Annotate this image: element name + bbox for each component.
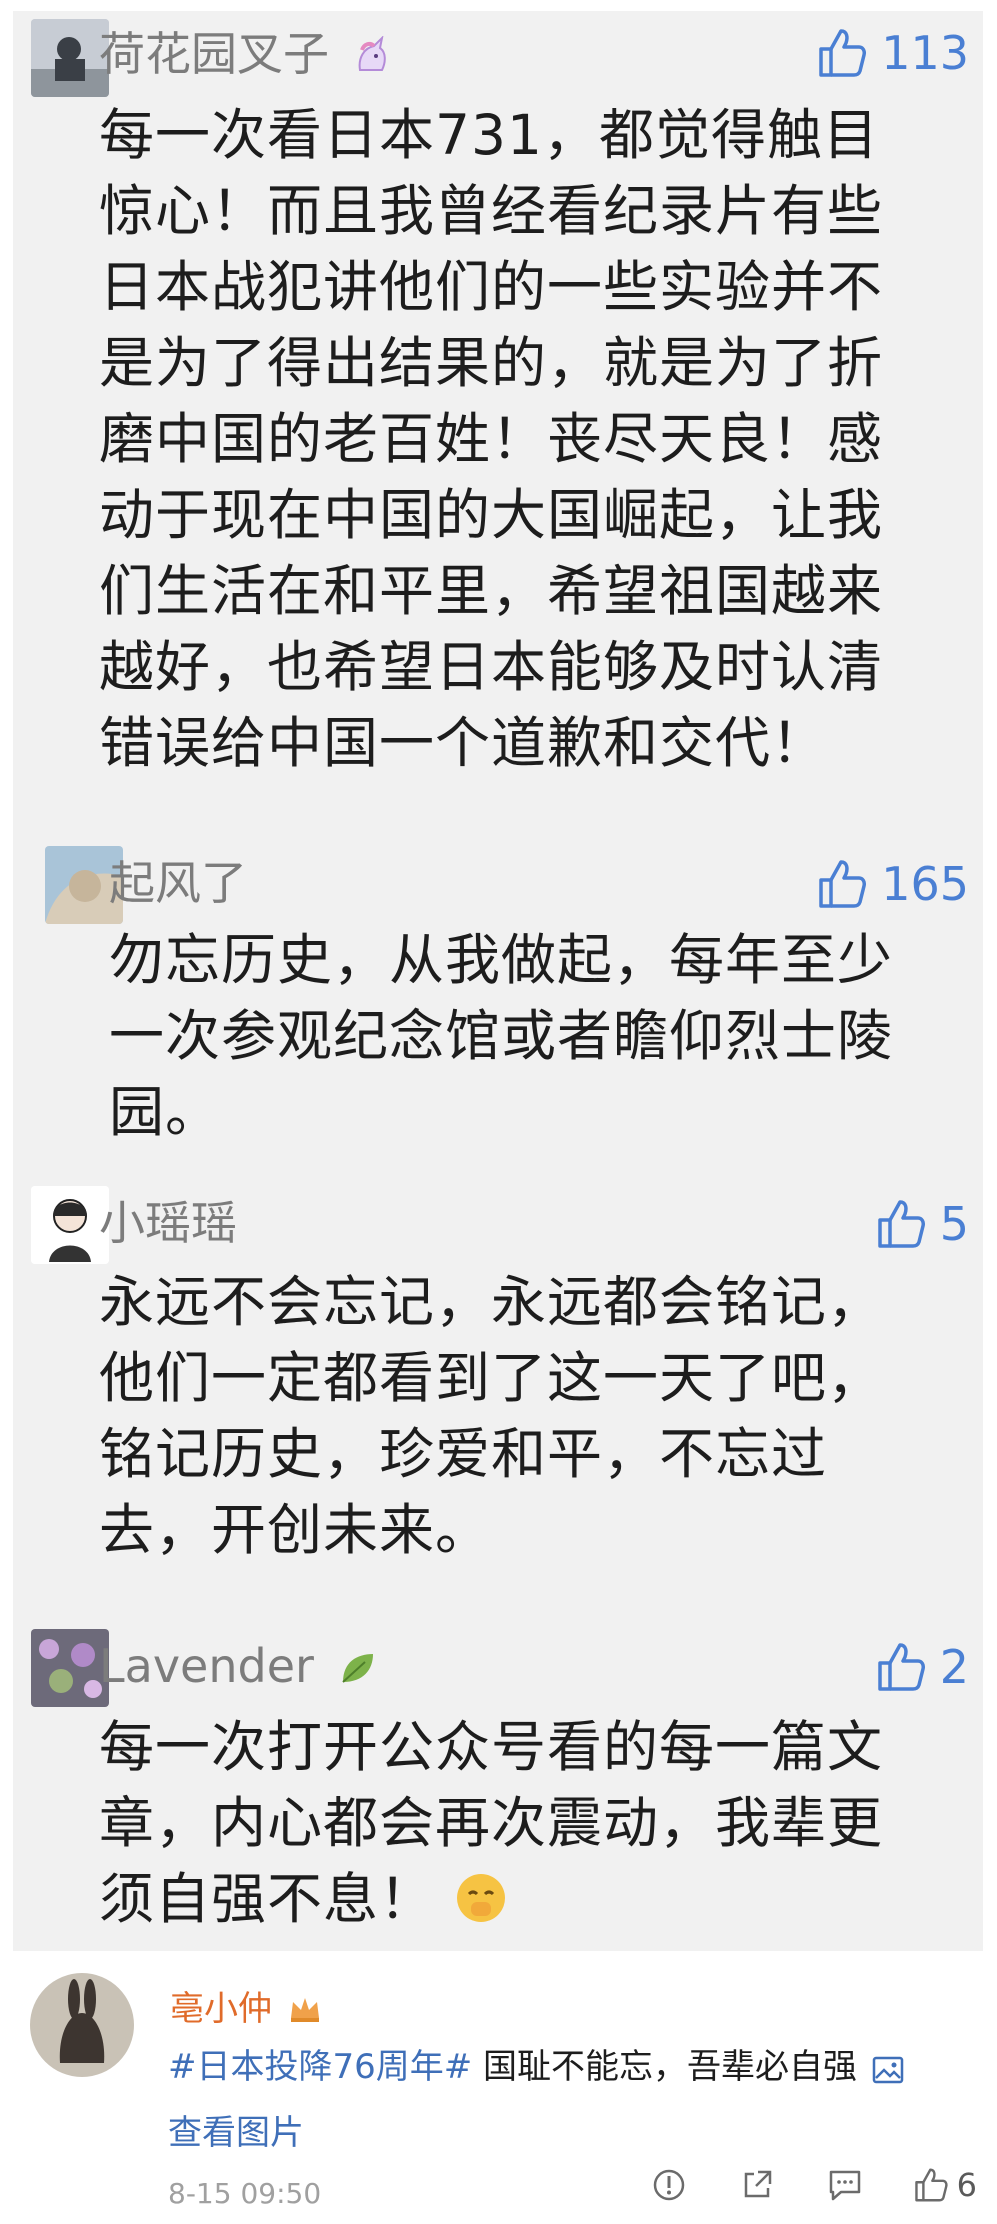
commenter-name[interactable]: 小瑶瑶 (99, 1194, 237, 1252)
avatar-image (31, 1186, 109, 1264)
avatar-image (31, 1629, 109, 1707)
like-count: 165 (881, 857, 969, 911)
author-name[interactable]: 亳小仲 (170, 1981, 321, 2033)
like-count: 5 (939, 1197, 969, 1251)
like-count: 113 (881, 26, 969, 80)
share-icon (744, 2170, 771, 2198)
comment-screenshot: 荷花园叉子 113 每一次看日本731，都觉得触目 惊心！而且我曾经看纪录片有些… (13, 11, 983, 1951)
avatar-image (30, 1973, 134, 2077)
thumbs-up-icon (819, 29, 867, 77)
commenter-name[interactable]: 起风了 (109, 854, 247, 912)
post-text: #日本投降76周年# 国耻不能忘，吾辈必自强 查看图片 (168, 2037, 968, 2163)
vip-crown-icon (289, 1993, 321, 2033)
leaf-icon (337, 1643, 377, 1701)
commenter-name[interactable]: Lavender (99, 1637, 377, 1701)
like-button[interactable]: 2 (876, 1637, 969, 1697)
avatar[interactable] (31, 19, 109, 97)
post-time: 8-15 09:50 (168, 2177, 322, 2210)
author-post: 亳小仲 #日本投降76周年# 国耻不能忘，吾辈必自强 查看图片 8-15 09:… (0, 1951, 997, 2224)
comment-text: 永远不会忘记，永远都会铭记， 他们一定都看到了这一天了吧， 铭记历史，珍爱和平，… (99, 1270, 884, 1562)
like-button[interactable]: 165 (817, 854, 969, 914)
view-images-link[interactable]: 查看图片 (168, 2113, 304, 2153)
smiling-face-emoji-icon (453, 1869, 509, 1945)
alert-icon (653, 2169, 684, 2201)
topic-link[interactable]: #日本投降76周年# (168, 2047, 472, 2087)
image-icon[interactable] (872, 2043, 904, 2103)
author-avatar[interactable] (30, 1973, 134, 2077)
comment-button[interactable] (825, 2165, 865, 2205)
comment-text: 每一次看日本731，都觉得触目 惊心！而且我曾经看纪录片有些 日本战犯讲他们的一… (99, 103, 884, 775)
avatar[interactable] (31, 1629, 109, 1707)
avatar-image (31, 19, 109, 97)
comment-icon (829, 2170, 860, 2201)
comment-text: 每一次打开公众号看的每一篇文 章，内心都会再次震动，我辈更 须自强不息！ (99, 1709, 883, 1945)
thumbs-up-icon (877, 1200, 925, 1248)
like-count: 2 (939, 1640, 969, 1694)
thumbs-up-icon (819, 860, 867, 908)
thumbs-up-icon (914, 2168, 948, 2202)
like-button[interactable]: 113 (817, 23, 969, 83)
thumbs-up-icon (877, 1643, 925, 1691)
report-button[interactable] (649, 2165, 689, 2205)
comment-text: 勿忘历史，从我做起，每年至少 一次参观纪念馆或者瞻仰烈士陵 园。 (109, 928, 894, 1144)
unicorn-icon (352, 31, 392, 89)
like-button[interactable]: 5 (876, 1194, 969, 1254)
commenter-name[interactable]: 荷花园叉子 (99, 25, 392, 89)
share-button[interactable] (737, 2165, 777, 2205)
post-like-count: 6 (956, 2166, 977, 2204)
post-like-button[interactable]: 6 (913, 2166, 977, 2204)
post-actions: 6 (649, 2165, 977, 2205)
avatar[interactable] (31, 1186, 109, 1264)
